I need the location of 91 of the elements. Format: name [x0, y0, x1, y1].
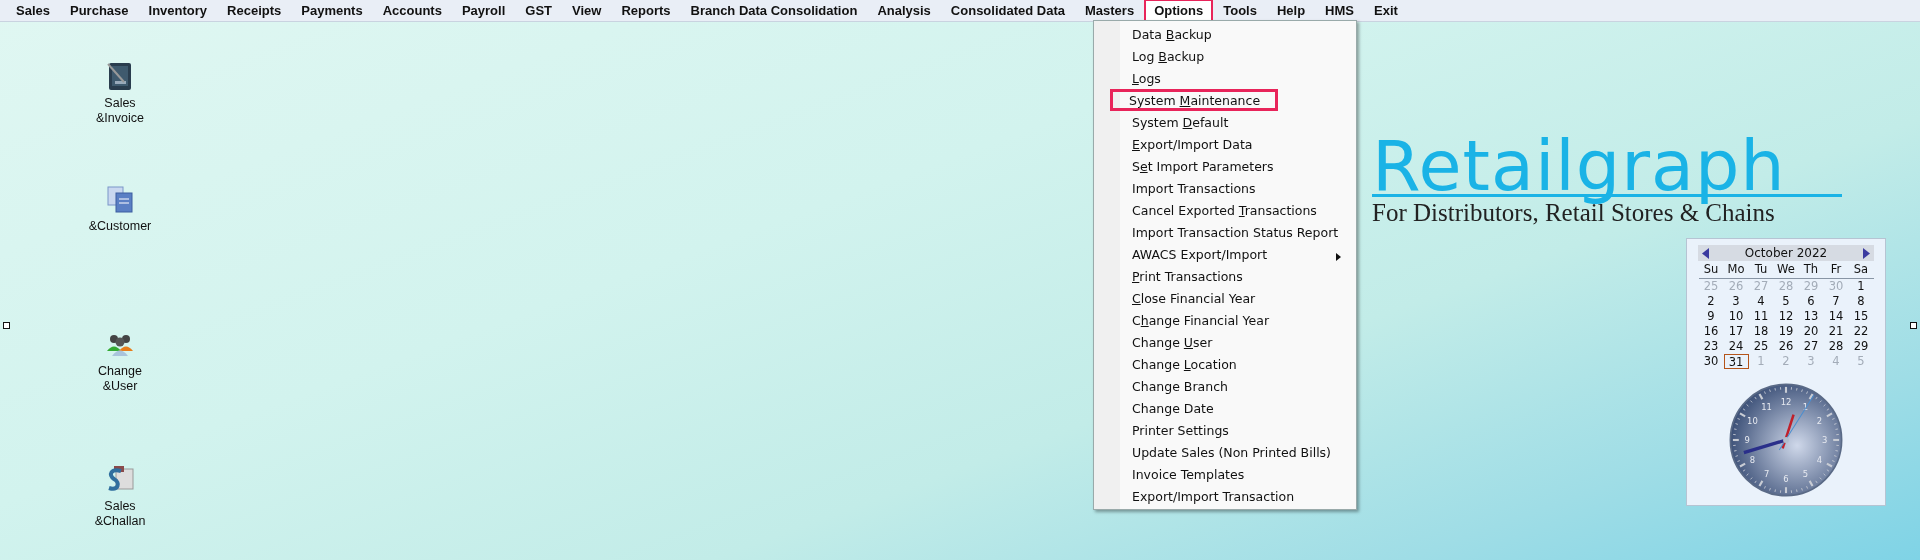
menu-item[interactable]: Consolidated Data — [940, 0, 1075, 22]
calendar-day[interactable]: 22 — [1848, 324, 1874, 339]
weekday-label: Th — [1798, 261, 1824, 279]
menu-item[interactable]: Purchase — [60, 0, 139, 22]
document-icon[interactable] — [106, 465, 134, 493]
weekday-label: Fr — [1823, 261, 1849, 279]
calendar-day[interactable]: 6 — [1798, 294, 1824, 309]
menu-item[interactable]: Exit — [1364, 0, 1408, 22]
menu-item[interactable]: Import Transactions — [1094, 177, 1356, 199]
calendar-day[interactable]: 1 — [1848, 279, 1874, 294]
weekday-label: Su — [1698, 261, 1724, 279]
shortcut-label[interactable]: &Customer — [88, 219, 152, 234]
menu-item[interactable]: Change Date — [1094, 397, 1356, 419]
calendar-day[interactable]: 18 — [1748, 324, 1774, 339]
calendar-day[interactable]: 12 — [1773, 309, 1799, 324]
menu-item[interactable]: GST — [515, 0, 562, 22]
menu-item[interactable]: Import Transaction Status Report — [1094, 221, 1356, 243]
calendar-day[interactable]: 30 — [1698, 354, 1724, 369]
menu-item[interactable]: Masters — [1075, 0, 1145, 22]
menu-item[interactable]: Reports — [611, 0, 681, 22]
menu-item[interactable]: Cancel Exported Transactions — [1094, 199, 1356, 221]
calendar-day[interactable]: 4 — [1748, 294, 1774, 309]
menu-item[interactable]: Branch Data Consolidation — [680, 0, 868, 22]
weekday-label: Mo — [1723, 261, 1749, 279]
calendar-day[interactable]: 3 — [1723, 294, 1749, 309]
menu-item[interactable]: Set Import Parameters — [1094, 155, 1356, 177]
calendar-day[interactable]: 16 — [1698, 324, 1724, 339]
calendar-day[interactable]: 20 — [1798, 324, 1824, 339]
menu-item[interactable]: Log Backup — [1094, 45, 1356, 67]
resize-handle[interactable] — [1910, 322, 1917, 329]
menu-item[interactable]: Payments — [291, 0, 373, 22]
menu-item[interactable]: Inventory — [138, 0, 218, 22]
menu-item[interactable]: Receipts — [217, 0, 292, 22]
shortcut-label[interactable]: Change &User — [98, 364, 142, 394]
menu-item[interactable]: Printer Settings — [1094, 419, 1356, 441]
menu-item[interactable]: Analysis — [867, 0, 941, 22]
menu-item[interactable]: Close Financial Year — [1094, 287, 1356, 309]
menu-item[interactable]: System Maintenance — [1110, 89, 1278, 111]
calendar-day[interactable]: 27 — [1798, 339, 1824, 354]
menu-item[interactable]: Export/Import Data — [1094, 133, 1356, 155]
calendar-day[interactable]: 8 — [1848, 294, 1874, 309]
calendar-day[interactable]: 26 — [1773, 339, 1799, 354]
previous-month-icon[interactable] — [1702, 247, 1709, 259]
weekday-label: We — [1773, 261, 1799, 279]
weekday-label: Sa — [1848, 261, 1874, 279]
weekday-label: Tu — [1748, 261, 1774, 279]
menu-item[interactable]: Invoice Templates — [1094, 463, 1356, 485]
calendar-day[interactable]: 10 — [1723, 309, 1749, 324]
documents-icon[interactable] — [106, 185, 134, 213]
calendar-day[interactable]: 17 — [1723, 324, 1749, 339]
calendar-day[interactable]: 7 — [1823, 294, 1849, 309]
calendar-day[interactable]: 29 — [1848, 339, 1874, 354]
menu-item[interactable]: HMS — [1315, 0, 1364, 22]
calendar-day[interactable]: 13 — [1798, 309, 1824, 324]
calendar-day[interactable]: 14 — [1823, 309, 1849, 324]
menu-item[interactable]: Print Transactions — [1094, 265, 1356, 287]
calendar-day[interactable]: 9 — [1698, 309, 1724, 324]
calendar-day[interactable]: 5 — [1773, 294, 1799, 309]
menu-item[interactable]: View — [562, 0, 612, 22]
menu-item[interactable]: Help — [1266, 0, 1316, 22]
menu-item[interactable]: Data Backup — [1094, 23, 1356, 45]
menu-item[interactable]: System Default — [1094, 111, 1356, 133]
next-month-icon[interactable] — [1863, 247, 1870, 259]
menu-item[interactable]: Change Branch — [1094, 375, 1356, 397]
shortcut-label[interactable]: Sales &Challan — [94, 499, 146, 529]
menu-item[interactable]: Change Financial Year — [1094, 309, 1356, 331]
menu-item[interactable]: Update Sales (Non Printed Bills) — [1094, 441, 1356, 463]
calendar-day[interactable]: 31 — [1723, 354, 1749, 369]
menu-item[interactable]: Change Location — [1094, 353, 1356, 375]
calendar-day[interactable]: 2 — [1698, 294, 1724, 309]
menu-item[interactable]: AWACS Export/Import — [1094, 243, 1356, 265]
calendar-day[interactable]: 11 — [1748, 309, 1774, 324]
calendar-day[interactable]: 21 — [1823, 324, 1849, 339]
menu-item[interactable]: Logs — [1094, 67, 1356, 89]
resize-handle[interactable] — [3, 322, 10, 329]
menu-item[interactable]: Export/Import Transaction — [1094, 485, 1356, 507]
calendar-day[interactable]: 15 — [1848, 309, 1874, 324]
calendar-day[interactable]: 28 — [1823, 339, 1849, 354]
month-title: October 2022 — [1744, 246, 1828, 260]
menu-item[interactable]: Accounts — [372, 0, 452, 22]
menu-item[interactable]: Options — [1144, 0, 1214, 22]
book-icon[interactable] — [106, 62, 134, 90]
menu-item[interactable]: Payroll — [451, 0, 516, 22]
shortcut-label[interactable]: Sales &Invoice — [96, 96, 144, 126]
calendar-day[interactable]: 23 — [1698, 339, 1724, 354]
calendar-day[interactable]: 25 — [1748, 339, 1774, 354]
calendar-day[interactable]: 24 — [1723, 339, 1749, 354]
menu-item[interactable]: Change User — [1094, 331, 1356, 353]
menu-item[interactable]: Sales — [6, 0, 60, 22]
calendar-day[interactable]: 19 — [1773, 324, 1799, 339]
menu-item[interactable]: Tools — [1213, 0, 1267, 22]
